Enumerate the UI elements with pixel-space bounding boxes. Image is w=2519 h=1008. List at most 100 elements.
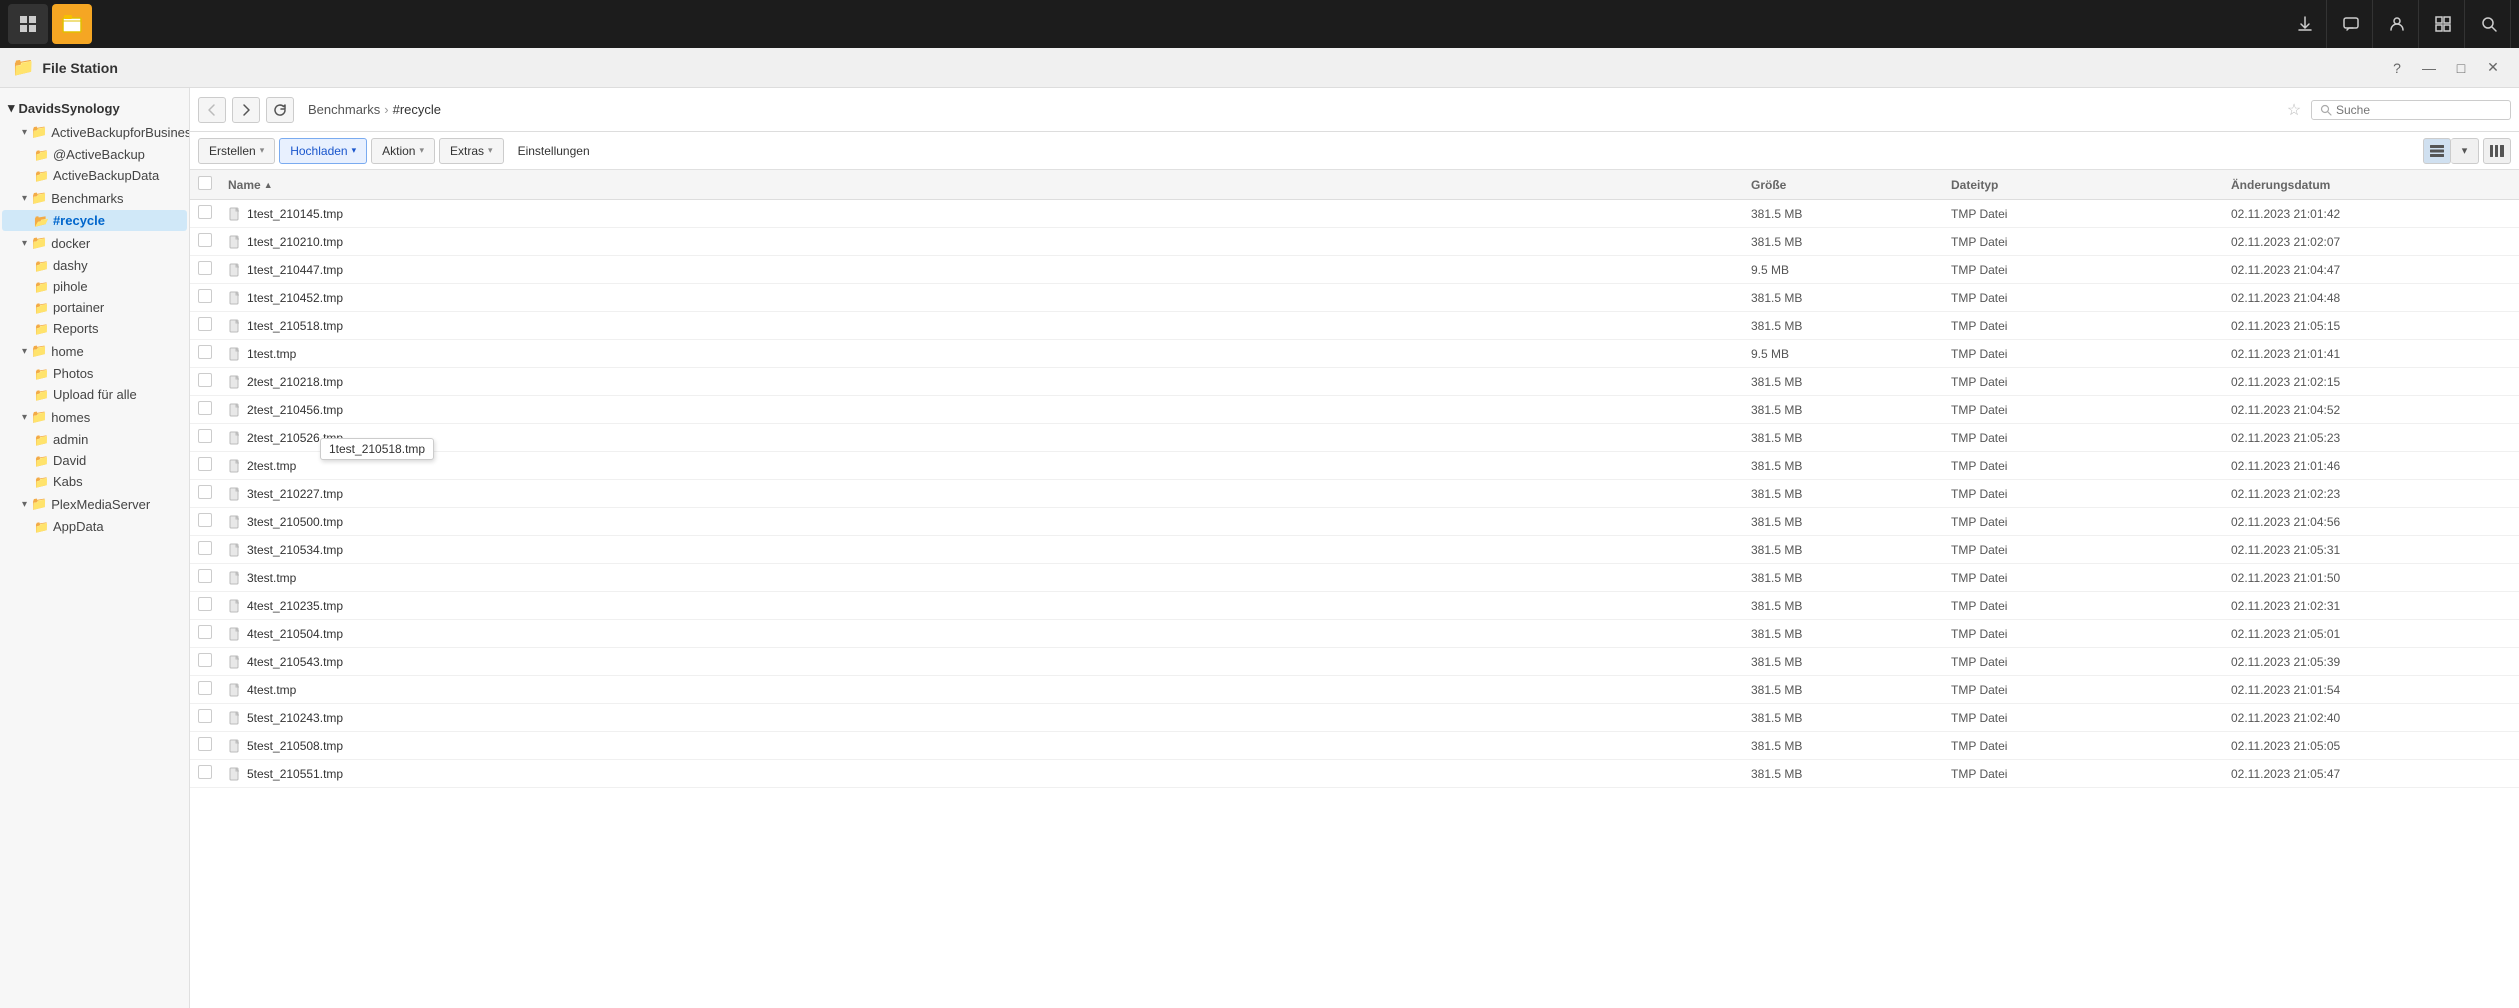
table-row[interactable]: 4test.tmp 381.5 MB TMP Datei 02.11.2023 … (190, 676, 2519, 704)
sidebar-item-benchmarks[interactable]: ▾ 📁 Benchmarks (2, 186, 187, 210)
table-row[interactable]: 2test_210456.tmp 381.5 MB TMP Datei 02.1… (190, 396, 2519, 424)
close-button[interactable]: ✕ (2479, 57, 2507, 79)
row-checkbox-9[interactable] (198, 457, 212, 471)
sidebar-item-portainer[interactable]: 📁 portainer (2, 297, 187, 318)
row-checkbox-1[interactable] (198, 233, 212, 247)
table-row[interactable]: 4test_210235.tmp 381.5 MB TMP Datei 02.1… (190, 592, 2519, 620)
row-checkbox-14[interactable] (198, 597, 212, 611)
column-settings-button[interactable] (2483, 138, 2511, 164)
sidebar-item-kabs[interactable]: 📁 Kabs (2, 471, 187, 492)
sidebar-item-atactivebackup[interactable]: 📁 @ActiveBackup (2, 144, 187, 165)
row-checkbox-12[interactable] (198, 541, 212, 555)
row-checkbox-19[interactable] (198, 737, 212, 751)
sidebar-label-appdata: AppData (53, 519, 104, 534)
table-row[interactable]: 1test_210447.tmp 9.5 MB TMP Datei 02.11.… (190, 256, 2519, 284)
breadcrumb-recycle[interactable]: #recycle (393, 102, 441, 117)
table-row[interactable]: 1test_210518.tmp 381.5 MB TMP Datei 02.1… (190, 312, 2519, 340)
search-input[interactable] (2336, 103, 2496, 117)
view-more-button[interactable]: ▾ (2451, 138, 2479, 164)
sidebar-item-plexmediaserver[interactable]: ▾ 📁 PlexMediaServer (2, 492, 187, 516)
sidebar-item-docker[interactable]: ▾ 📁 docker (2, 231, 187, 255)
table-row[interactable]: 2test_210218.tmp 381.5 MB TMP Datei 02.1… (190, 368, 2519, 396)
aktion-dropdown-arrow: ▾ (419, 145, 424, 156)
sidebar-item-home[interactable]: ▾ 📁 home (2, 339, 187, 363)
table-row[interactable]: 1test_210210.tmp 381.5 MB TMP Datei 02.1… (190, 228, 2519, 256)
taskbar-user-icon[interactable] (2375, 0, 2419, 48)
row-checkbox-2[interactable] (198, 261, 212, 275)
table-row[interactable]: 5test_210508.tmp 381.5 MB TMP Datei 02.1… (190, 732, 2519, 760)
aktion-button[interactable]: Aktion ▾ (371, 138, 435, 164)
row-checkbox-11[interactable] (198, 513, 212, 527)
row-checkbox-3[interactable] (198, 289, 212, 303)
sidebar-item-david[interactable]: 📁 David (2, 450, 187, 471)
row-checkbox-4[interactable] (198, 317, 212, 331)
sidebar-item-dashy[interactable]: 📁 dashy (2, 255, 187, 276)
taskbar-filestation[interactable] (52, 4, 92, 44)
table-row[interactable]: 3test.tmp 381.5 MB TMP Datei 02.11.2023 … (190, 564, 2519, 592)
row-checkbox-10[interactable] (198, 485, 212, 499)
table-row[interactable]: 5test_210551.tmp 381.5 MB TMP Datei 02.1… (190, 760, 2519, 788)
row-checkbox-0[interactable] (198, 205, 212, 219)
header-name[interactable]: Name ▲ (228, 178, 1751, 192)
sidebar-item-activebackupforbusiness[interactable]: ▾ 📁 ActiveBackupforBusiness (2, 120, 187, 144)
erstellen-button[interactable]: Erstellen ▾ (198, 138, 275, 164)
sidebar-item-photos[interactable]: 📁 Photos (2, 363, 187, 384)
table-row[interactable]: 3test_210227.tmp 381.5 MB TMP Datei 02.1… (190, 480, 2519, 508)
header-size[interactable]: Größe (1751, 178, 1951, 192)
table-row[interactable]: 5test_210243.tmp 381.5 MB TMP Datei 02.1… (190, 704, 2519, 732)
file-name: 5test_210551.tmp (247, 767, 343, 781)
header-type[interactable]: Dateityp (1951, 178, 2231, 192)
hochladen-button[interactable]: Hochladen ▾ (279, 138, 367, 164)
row-checkbox-15[interactable] (198, 625, 212, 639)
table-row[interactable]: 1test_210452.tmp 381.5 MB TMP Datei 02.1… (190, 284, 2519, 312)
select-all-checkbox[interactable] (198, 176, 212, 190)
sidebar-item-reports[interactable]: 📁 Reports (2, 318, 187, 339)
taskbar-grid-menu[interactable] (8, 4, 48, 44)
taskbar-download-icon[interactable] (2283, 0, 2327, 48)
einstellungen-button[interactable]: Einstellungen (508, 138, 600, 164)
chevron-down-icon4: ▾ (22, 346, 27, 357)
row-checkbox-5[interactable] (198, 345, 212, 359)
forward-button[interactable] (232, 97, 260, 123)
refresh-button[interactable] (266, 97, 294, 123)
breadcrumb-benchmarks[interactable]: Benchmarks (308, 102, 380, 117)
back-button[interactable] (198, 97, 226, 123)
table-row[interactable]: 4test_210504.tmp 381.5 MB TMP Datei 02.1… (190, 620, 2519, 648)
table-row[interactable]: 3test_210500.tmp 381.5 MB TMP Datei 02.1… (190, 508, 2519, 536)
row-checkbox-18[interactable] (198, 709, 212, 723)
taskbar-windows-icon[interactable] (2421, 0, 2465, 48)
minimize-button[interactable]: — (2415, 57, 2443, 79)
list-view-button[interactable] (2423, 138, 2451, 164)
row-checkbox-16[interactable] (198, 653, 212, 667)
file-size: 381.5 MB (1751, 487, 1951, 501)
sidebar-item-admin[interactable]: 📁 admin (2, 429, 187, 450)
file-type: TMP Datei (1951, 627, 2231, 641)
file-icon (228, 487, 242, 501)
table-row[interactable]: 1test_210145.tmp 381.5 MB TMP Datei 02.1… (190, 200, 2519, 228)
taskbar-chat-icon[interactable] (2329, 0, 2373, 48)
sidebar-item-upload-fur-alle[interactable]: 📁 Upload für alle (2, 384, 187, 405)
sidebar-root-davidssynology[interactable]: ▾ DavidsSynology (0, 96, 189, 120)
help-button[interactable]: ? (2383, 57, 2411, 79)
row-checkbox-17[interactable] (198, 681, 212, 695)
favorite-button[interactable]: ☆ (2283, 99, 2305, 121)
sidebar-item-appdata[interactable]: 📁 AppData (2, 516, 187, 537)
header-date[interactable]: Änderungsdatum (2231, 178, 2511, 192)
taskbar-search-icon[interactable] (2467, 0, 2511, 48)
sidebar-item-pihole[interactable]: 📁 pihole (2, 276, 187, 297)
sidebar-item-recycle[interactable]: 📂 #recycle (2, 210, 187, 231)
table-row[interactable]: 2test.tmp 381.5 MB TMP Datei 02.11.2023 … (190, 452, 2519, 480)
table-row[interactable]: 3test_210534.tmp 381.5 MB TMP Datei 02.1… (190, 536, 2519, 564)
sidebar-item-activebackupdata[interactable]: 📁 ActiveBackupData (2, 165, 187, 186)
row-checkbox-8[interactable] (198, 429, 212, 443)
table-row[interactable]: 4test_210543.tmp 381.5 MB TMP Datei 02.1… (190, 648, 2519, 676)
row-checkbox-7[interactable] (198, 401, 212, 415)
extras-button[interactable]: Extras ▾ (439, 138, 504, 164)
row-checkbox-20[interactable] (198, 765, 212, 779)
row-checkbox-6[interactable] (198, 373, 212, 387)
row-checkbox-13[interactable] (198, 569, 212, 583)
maximize-button[interactable]: □ (2447, 57, 2475, 79)
sidebar-item-homes[interactable]: ▾ 📁 homes (2, 405, 187, 429)
table-row[interactable]: 1test.tmp 9.5 MB TMP Datei 02.11.2023 21… (190, 340, 2519, 368)
table-row[interactable]: 2test_210526.tmp 381.5 MB TMP Datei 02.1… (190, 424, 2519, 452)
